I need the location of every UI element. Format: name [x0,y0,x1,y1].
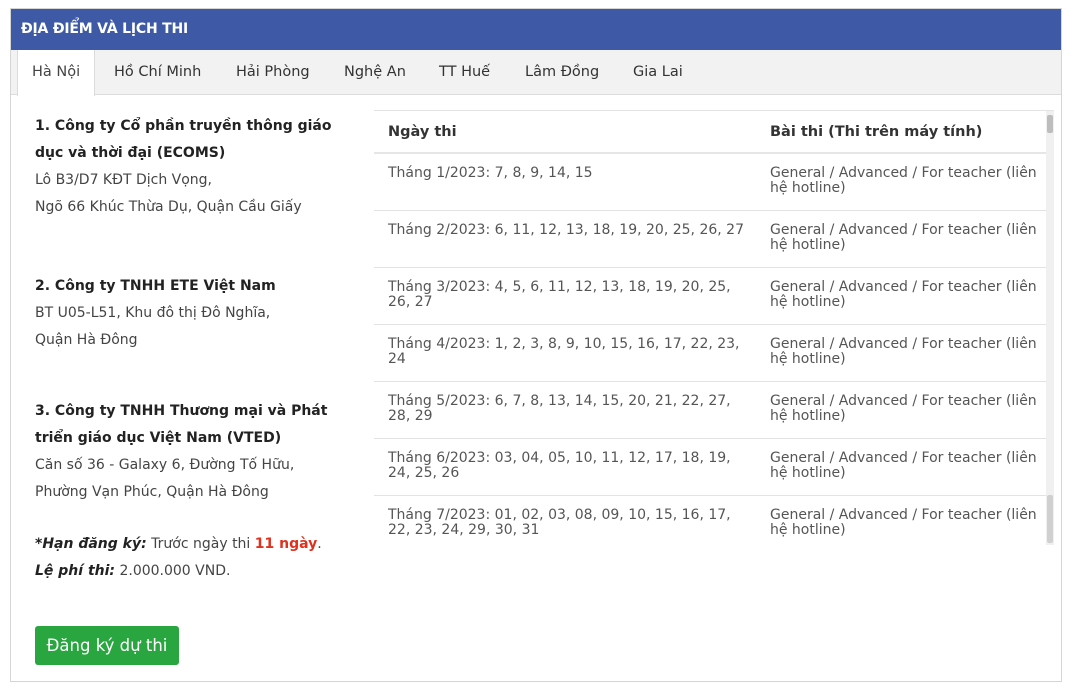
table-row: Tháng 2/2023: 6, 11, 12, 13, 18, 19, 20,… [374,210,1046,268]
location-address: BT U05-L51, Khu đô thị Đô Nghĩa, [35,305,271,321]
table-row: Tháng 1/2023: 7, 8, 9, 14, 15 General / … [374,153,1046,211]
exam-type: General / Advanced / For teacher (liên h… [756,210,1046,268]
city-tabs: Hà Nội Hồ Chí Minh Hải Phòng Nghệ An TT … [11,50,1061,96]
table-scrollbar[interactable] [1046,111,1054,545]
location-name: 1. Công ty Cổ phần truyền thông giáo [35,118,332,134]
deadline-text: Trước ngày thi [146,536,255,552]
exam-type: General / Advanced / For teacher (liên h… [756,495,1046,545]
exam-locations-panel: ĐỊA ĐIỂM VÀ LỊCH THI Hà Nội Hồ Chí Minh … [10,8,1062,682]
location-address: Phường Vạn Phúc, Quận Hà Đông [35,484,269,500]
location-address: Quận Hà Đông [35,332,138,348]
register-exam-button[interactable]: Đăng ký dự thi [35,626,179,665]
location-address: Lô B3/D7 KĐT Dịch Vọng, [35,172,213,188]
location-name: dục và thời đại (ECOMS) [35,145,226,161]
location-name: 3. Công ty TNHH Thương mại và Phát [35,403,328,419]
exam-fee: Lệ phí thi: 2.000.000 VND. [35,558,335,585]
schedule-table: Ngày thi Bài thi (Thi trên máy tính) Thá… [374,111,1046,545]
exam-dates: Tháng 1/2023: 7, 8, 9, 14, 15 [374,153,756,211]
exam-type: General / Advanced / For teacher (liên h… [756,267,1046,325]
scrollbar-thumb[interactable] [1047,115,1053,133]
exam-type: General / Advanced / For teacher (liên h… [756,153,1046,211]
exam-dates: Tháng 2/2023: 6, 11, 12, 13, 18, 19, 20,… [374,210,756,268]
location-item: 1. Công ty Cổ phần truyền thông giáo dục… [35,113,335,273]
table-row: Tháng 3/2023: 4, 5, 6, 11, 12, 13, 18, 1… [374,267,1046,325]
exam-dates: Tháng 3/2023: 4, 5, 6, 11, 12, 13, 18, 1… [374,267,756,325]
location-item: 3. Công ty TNHH Thương mại và Phát triển… [35,398,335,531]
location-address: Căn số 36 - Galaxy 6, Đường Tố Hữu, [35,457,295,473]
fee-value: 2.000.000 VND. [115,563,231,579]
exam-type: General / Advanced / For teacher (liên h… [756,438,1046,496]
panel-title: ĐỊA ĐIỂM VÀ LỊCH THI [11,9,1061,50]
table-header-row: Ngày thi Bài thi (Thi trên máy tính) [374,111,1046,154]
exam-dates: Tháng 6/2023: 03, 04, 05, 10, 11, 12, 17… [374,438,756,496]
exam-type: General / Advanced / For teacher (liên h… [756,381,1046,439]
table-row: Tháng 4/2023: 1, 2, 3, 8, 9, 10, 15, 16,… [374,324,1046,382]
table-row: Tháng 5/2023: 6, 7, 8, 13, 14, 15, 20, 2… [374,381,1046,439]
tab-gia-lai[interactable]: Gia Lai [633,50,683,95]
location-name: 2. Công ty TNHH ETE Việt Nam [35,278,276,294]
tab-ho-chi-minh[interactable]: Hồ Chí Minh [114,50,201,95]
schedule-table-scroll[interactable]: Ngày thi Bài thi (Thi trên máy tính) Thá… [374,110,1054,545]
exam-dates: Tháng 7/2023: 01, 02, 03, 08, 09, 10, 15… [374,495,756,545]
deadline-end: . [317,536,322,552]
location-list: 1. Công ty Cổ phần truyền thông giáo dục… [35,113,335,585]
registration-deadline: *Hạn đăng ký: Trước ngày thi 11 ngày. [35,531,335,558]
tab-nghe-an[interactable]: Nghệ An [344,50,406,95]
deadline-days: 11 ngày [254,536,318,552]
column-header-exam: Bài thi (Thi trên máy tính) [756,111,1046,154]
exam-dates: Tháng 4/2023: 1, 2, 3, 8, 9, 10, 15, 16,… [374,324,756,382]
location-name: triển giáo dục Việt Nam (VTED) [35,430,282,446]
tab-lam-dong[interactable]: Lâm Đồng [525,50,599,95]
table-row: Tháng 7/2023: 01, 02, 03, 08, 09, 10, 15… [374,495,1046,545]
exam-type: General / Advanced / For teacher (liên h… [756,324,1046,382]
exam-dates: Tháng 5/2023: 6, 7, 8, 13, 14, 15, 20, 2… [374,381,756,439]
tab-ha-noi[interactable]: Hà Nội [17,50,96,96]
fee-label: Lệ phí thi: [35,563,116,579]
tab-tt-hue[interactable]: TT Huế [439,50,490,95]
scrollbar-track-marker [1047,495,1053,543]
column-header-date: Ngày thi [374,111,756,154]
tab-hai-phong[interactable]: Hải Phòng [236,50,310,95]
deadline-label: *Hạn đăng ký: [35,536,147,552]
table-row: Tháng 6/2023: 03, 04, 05, 10, 11, 12, 17… [374,438,1046,496]
location-item: 2. Công ty TNHH ETE Việt Nam BT U05-L51,… [35,273,335,398]
location-address: Ngõ 66 Khúc Thừa Dụ, Quận Cầu Giấy [35,199,302,215]
